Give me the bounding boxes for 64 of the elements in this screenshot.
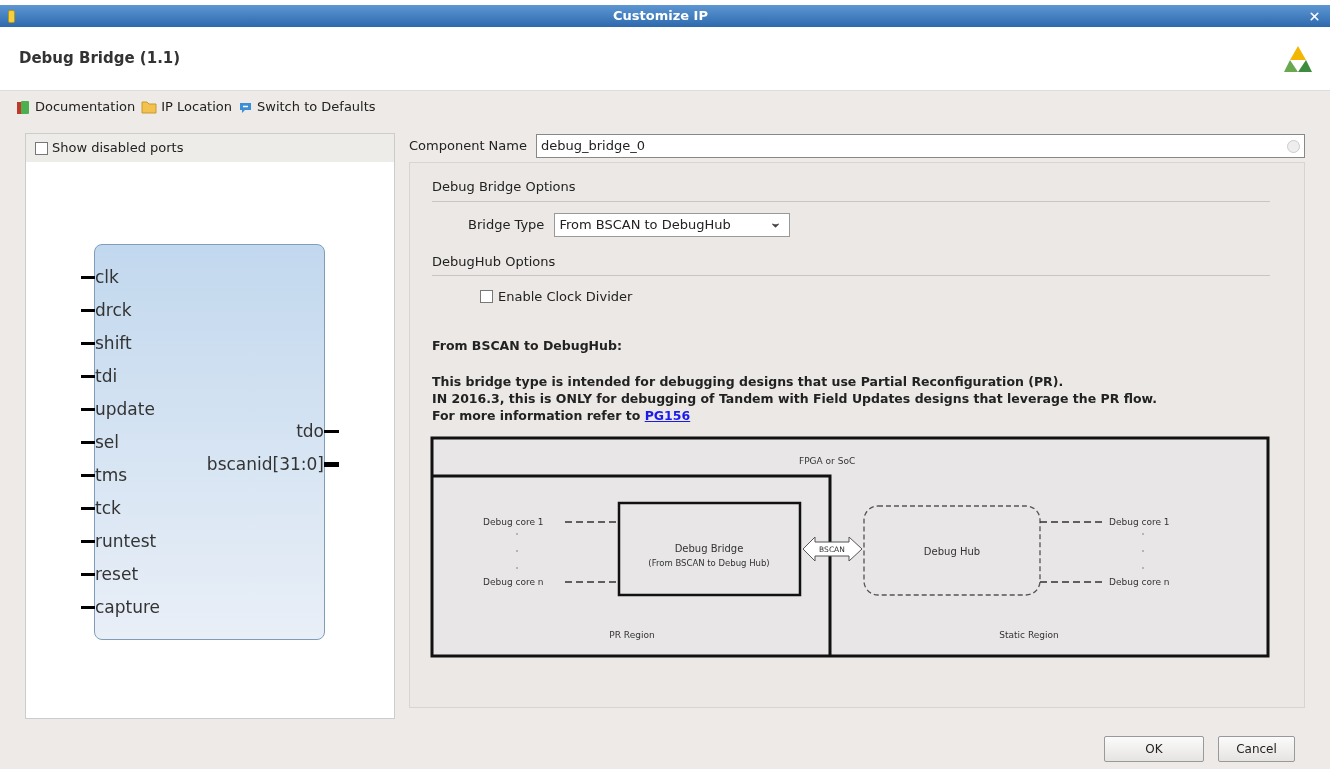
description-heading: From BSCAN to DebugHub:	[432, 336, 623, 355]
port-pin	[81, 606, 95, 609]
port-pin	[81, 276, 95, 279]
port-pin	[81, 375, 95, 378]
document-link[interactable]: PG156	[644, 408, 691, 424]
diagram-label: Debug core n	[483, 577, 544, 588]
port-pin	[81, 441, 95, 444]
checkbox[interactable]	[35, 141, 48, 155]
port-label: drck	[95, 298, 132, 322]
close-icon	[1307, 9, 1321, 23]
dashed-connector	[1039, 521, 1105, 523]
section-title: Debug Bridge Options	[432, 177, 1270, 202]
port-pin	[81, 474, 95, 477]
toolbar-button[interactable]: Documentation	[16, 97, 136, 117]
port-label: tdo	[296, 419, 324, 443]
double-arrow-icon	[802, 536, 863, 562]
toolbar-button[interactable]: IP Location	[141, 97, 232, 117]
description-text: This bridge type is intended for debugging designs that use Partial Reconfiguration (PR).	[432, 373, 1065, 391]
diagram-label: Static Region	[999, 630, 1059, 641]
checkbox[interactable]	[480, 290, 493, 304]
folder-icon	[141, 100, 158, 114]
diagram-label: Debug core n	[1109, 577, 1170, 588]
diagram-label: Debug Hub	[923, 546, 981, 558]
diagram-label: Debug core 1	[1109, 517, 1170, 528]
diagram-label: PR Region	[609, 630, 655, 641]
app-icon	[8, 9, 15, 23]
dialog-button[interactable]: OK	[1104, 736, 1204, 762]
port-label: tck	[95, 496, 121, 520]
port-label: tdi	[95, 364, 118, 388]
port-label: update	[95, 397, 155, 421]
port-pin	[81, 540, 95, 543]
diagram-label: Debug core 1	[483, 517, 544, 528]
field-label: Bridge Type	[468, 216, 545, 235]
diagram-label: FPGA or SoC	[799, 456, 856, 467]
port-label: capture	[95, 595, 161, 619]
port-pin	[81, 408, 95, 411]
diagram-label: Debug Bridge	[674, 543, 744, 555]
component-name-field[interactable]: debug_bridge_0	[535, 134, 1305, 158]
description-text: IN 2016.3, this is ONLY for debugging of Tandem with Field Updates designs that leverage the PR flow.	[432, 390, 1158, 408]
port-label: runtest	[95, 529, 157, 553]
port-label: shift	[95, 331, 132, 355]
port-label: sel	[95, 430, 120, 454]
port-pin	[81, 342, 95, 345]
field-label: Component Name	[409, 137, 527, 156]
port-pin	[81, 309, 95, 312]
books-icon	[16, 99, 31, 115]
toolbar-button[interactable]: Switch to Defaults	[238, 97, 376, 117]
port-label: reset	[95, 562, 139, 586]
dashed-connector	[1039, 581, 1105, 583]
diagram-label: (From BSCAN to Debug Hub)	[648, 558, 770, 569]
window-title: Customize IP	[613, 7, 708, 26]
dialog-button[interactable]: Cancel	[1218, 736, 1295, 762]
port-label: bscanid[31:0]	[206, 452, 324, 476]
checkbox-label: Show disabled ports	[52, 139, 184, 158]
port-pin	[81, 573, 95, 576]
description-text: For more information refer to PG156	[432, 407, 692, 425]
port-label: clk	[95, 265, 119, 289]
header-title: Debug Bridge (1.1)	[19, 48, 181, 70]
bridge-type-dropdown[interactable]: From BSCAN to DebugHub	[554, 213, 791, 237]
checkbox-label: Enable Clock Divider	[498, 288, 633, 306]
port-pin	[81, 507, 95, 510]
section-title: DebugHub Options	[432, 251, 1270, 276]
clear-icon	[1287, 139, 1300, 153]
port-label: tms	[95, 463, 128, 487]
